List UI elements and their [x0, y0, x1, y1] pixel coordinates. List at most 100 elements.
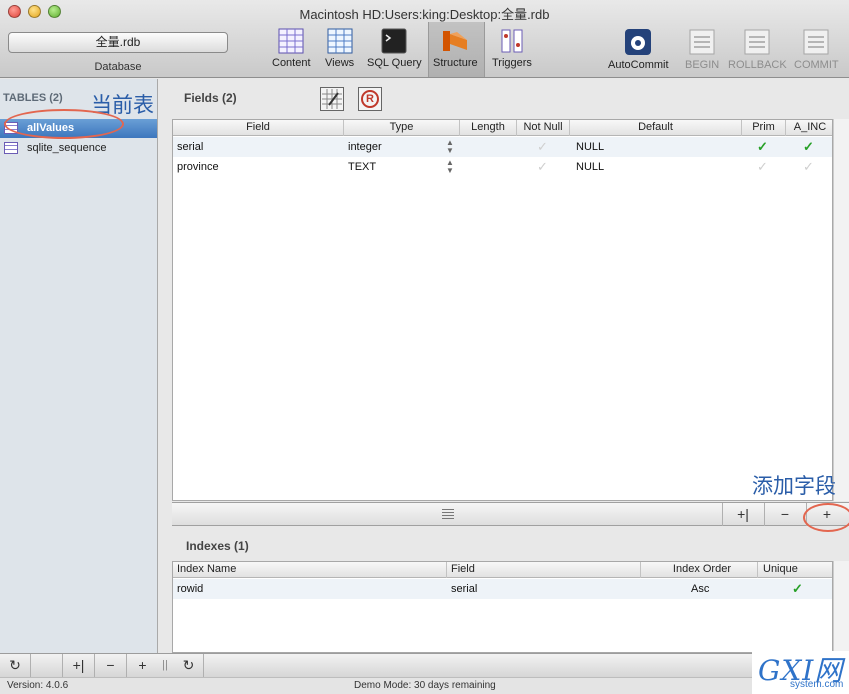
a-inc-checkbox[interactable]: ✓ — [803, 137, 814, 157]
demo-mode-text: Demo Mode: 30 days remaining — [354, 680, 496, 691]
structure-button[interactable]: Structure — [433, 28, 478, 69]
window-toolbar: Macintosh HD:Users:king:Desktop:全量.rdb 全… — [0, 0, 849, 78]
column-header[interactable]: A_INC — [786, 120, 832, 136]
fields-footer-bar: +| − + — [172, 502, 849, 526]
triggers-button[interactable]: Triggers — [492, 28, 532, 69]
index-name-cell[interactable]: rowid — [177, 579, 203, 599]
column-header[interactable]: Default — [570, 120, 742, 136]
commit-label: COMMIT — [794, 59, 839, 71]
a-inc-checkbox[interactable]: ✓ — [803, 157, 814, 177]
refresh-tables-button[interactable]: ↻ — [0, 654, 31, 677]
indexes-header: Indexes (1) — [186, 539, 249, 553]
gear-icon — [625, 29, 652, 55]
field-type-cell[interactable]: integer — [348, 137, 382, 157]
indexes-table: Index Name Field Index Order Unique rowi… — [172, 561, 833, 653]
column-header[interactable]: Index Name — [173, 562, 447, 578]
column-header[interactable]: Not Null — [517, 120, 570, 136]
views-button[interactable]: Views — [325, 28, 354, 69]
fields-table: Field Type Length Not Null Default Prim … — [172, 119, 833, 501]
rollback-label: ROLLBACK — [728, 59, 787, 71]
index-order-cell[interactable]: Asc — [691, 579, 709, 599]
prim-checkbox[interactable]: ✓ — [757, 137, 768, 157]
sidebar-item-sqlite-sequence[interactable]: sqlite_sequence — [0, 139, 157, 158]
structure-label: Structure — [433, 57, 478, 69]
column-header[interactable]: Type — [344, 120, 460, 136]
column-header[interactable]: Length — [460, 120, 517, 136]
fields-table-header: Field Type Length Not Null Default Prim … — [173, 120, 832, 136]
split-divider-icon[interactable]: || — [158, 654, 172, 677]
duplicate-table-button[interactable]: +| — [62, 654, 94, 677]
begin-label: BEGIN — [685, 59, 720, 71]
autocommit-label: AutoCommit — [608, 59, 669, 71]
window-title: Macintosh HD:Users:king:Desktop:全量.rdb — [299, 7, 550, 22]
table-row[interactable]: serial integer ▲ ▼ ✓ NULL ✓ ✓ — [173, 137, 832, 157]
bottom-toolbar: ↻ +| − + || ↻ — [0, 653, 849, 677]
remove-table-button[interactable]: − — [94, 654, 126, 677]
commit-icon — [803, 29, 829, 55]
begin-button[interactable]: BEGIN — [685, 28, 719, 71]
column-header[interactable]: Field — [447, 562, 641, 578]
add-field-annotation: 添加字段 — [752, 474, 836, 498]
not-null-checkbox[interactable]: ✓ — [537, 157, 548, 177]
remove-field-button[interactable]: − — [764, 503, 805, 526]
triggers-icon — [501, 29, 523, 53]
autocommit-button[interactable]: AutoCommit — [608, 28, 669, 71]
prim-checkbox[interactable]: ✓ — [757, 157, 768, 177]
indexes-table-header: Index Name Field Index Order Unique — [173, 562, 832, 578]
sql-query-button[interactable]: SQL Query — [367, 28, 422, 69]
sql-query-label: SQL Query — [367, 57, 422, 69]
add-field-highlight-ring — [803, 503, 849, 532]
structure-icon — [443, 31, 468, 51]
rollback-button[interactable]: ROLLBACK — [728, 28, 787, 71]
begin-icon — [689, 29, 715, 55]
triggers-label: Triggers — [492, 57, 532, 69]
column-header[interactable]: Index Order — [641, 562, 758, 578]
rollback-icon — [744, 29, 770, 55]
edit-grid-icon — [322, 89, 342, 109]
index-field-cell[interactable]: serial — [451, 579, 477, 599]
structure-panel: Fields (2) R Field Type Length Not Null … — [172, 79, 849, 653]
unique-checkbox[interactable]: ✓ — [792, 579, 803, 599]
table-row[interactable]: province TEXT ▲ ▼ ✓ NULL ✓ ✓ — [173, 157, 832, 177]
table-grid-icon — [278, 28, 304, 54]
watermark-subtext: system.com — [790, 679, 844, 690]
watermark-logo: GXI网 system.com — [752, 651, 849, 694]
content-label: Content — [272, 57, 311, 69]
registered-button[interactable]: R — [358, 87, 382, 111]
fields-scrollbar[interactable] — [833, 119, 849, 501]
field-name-cell[interactable]: province — [177, 157, 219, 177]
terminal-icon — [381, 28, 407, 54]
views-label: Views — [325, 57, 355, 69]
column-header[interactable]: Prim — [742, 120, 786, 136]
table-row[interactable]: rowid serial Asc ✓ — [173, 579, 832, 599]
table-icon — [4, 142, 18, 154]
commit-button[interactable]: COMMIT — [794, 28, 839, 71]
indexes-scrollbar[interactable] — [833, 561, 849, 653]
add-index-field-button[interactable]: +| — [722, 503, 763, 526]
version-text: Version: 4.0.6 — [7, 680, 69, 691]
field-type-cell[interactable]: TEXT — [348, 157, 376, 177]
tables-sidebar: TABLES (2) allValues sqlite_sequence — [0, 79, 158, 653]
field-name-cell[interactable]: serial — [177, 137, 203, 157]
tables-header: TABLES (2) — [3, 92, 63, 104]
current-table-highlight-ring — [4, 109, 124, 139]
sidebar-item-label: sqlite_sequence — [27, 142, 107, 154]
registered-icon: R — [361, 90, 379, 108]
not-null-checkbox[interactable]: ✓ — [537, 137, 548, 157]
database-select[interactable]: 全量.rdb — [8, 32, 228, 53]
column-header[interactable]: Unique — [758, 562, 832, 578]
split-handle-icon[interactable] — [442, 509, 454, 519]
status-bar: Version: 4.0.6 Demo Mode: 30 days remain… — [0, 677, 849, 694]
views-grid-icon — [327, 28, 353, 54]
edit-field-button[interactable] — [320, 87, 344, 111]
content-button[interactable]: Content — [272, 28, 311, 69]
default-cell[interactable]: NULL — [576, 137, 604, 157]
database-label: Database — [94, 61, 142, 73]
refresh-structure-button[interactable]: ↻ — [174, 654, 204, 677]
type-stepper-icon[interactable]: ▲ ▼ — [446, 157, 454, 175]
type-stepper-icon[interactable]: ▲ ▼ — [446, 137, 454, 155]
add-table-button[interactable]: + — [126, 654, 158, 677]
column-header[interactable]: Field — [173, 120, 344, 136]
fields-header: Fields (2) — [184, 91, 237, 105]
default-cell[interactable]: NULL — [576, 157, 604, 177]
